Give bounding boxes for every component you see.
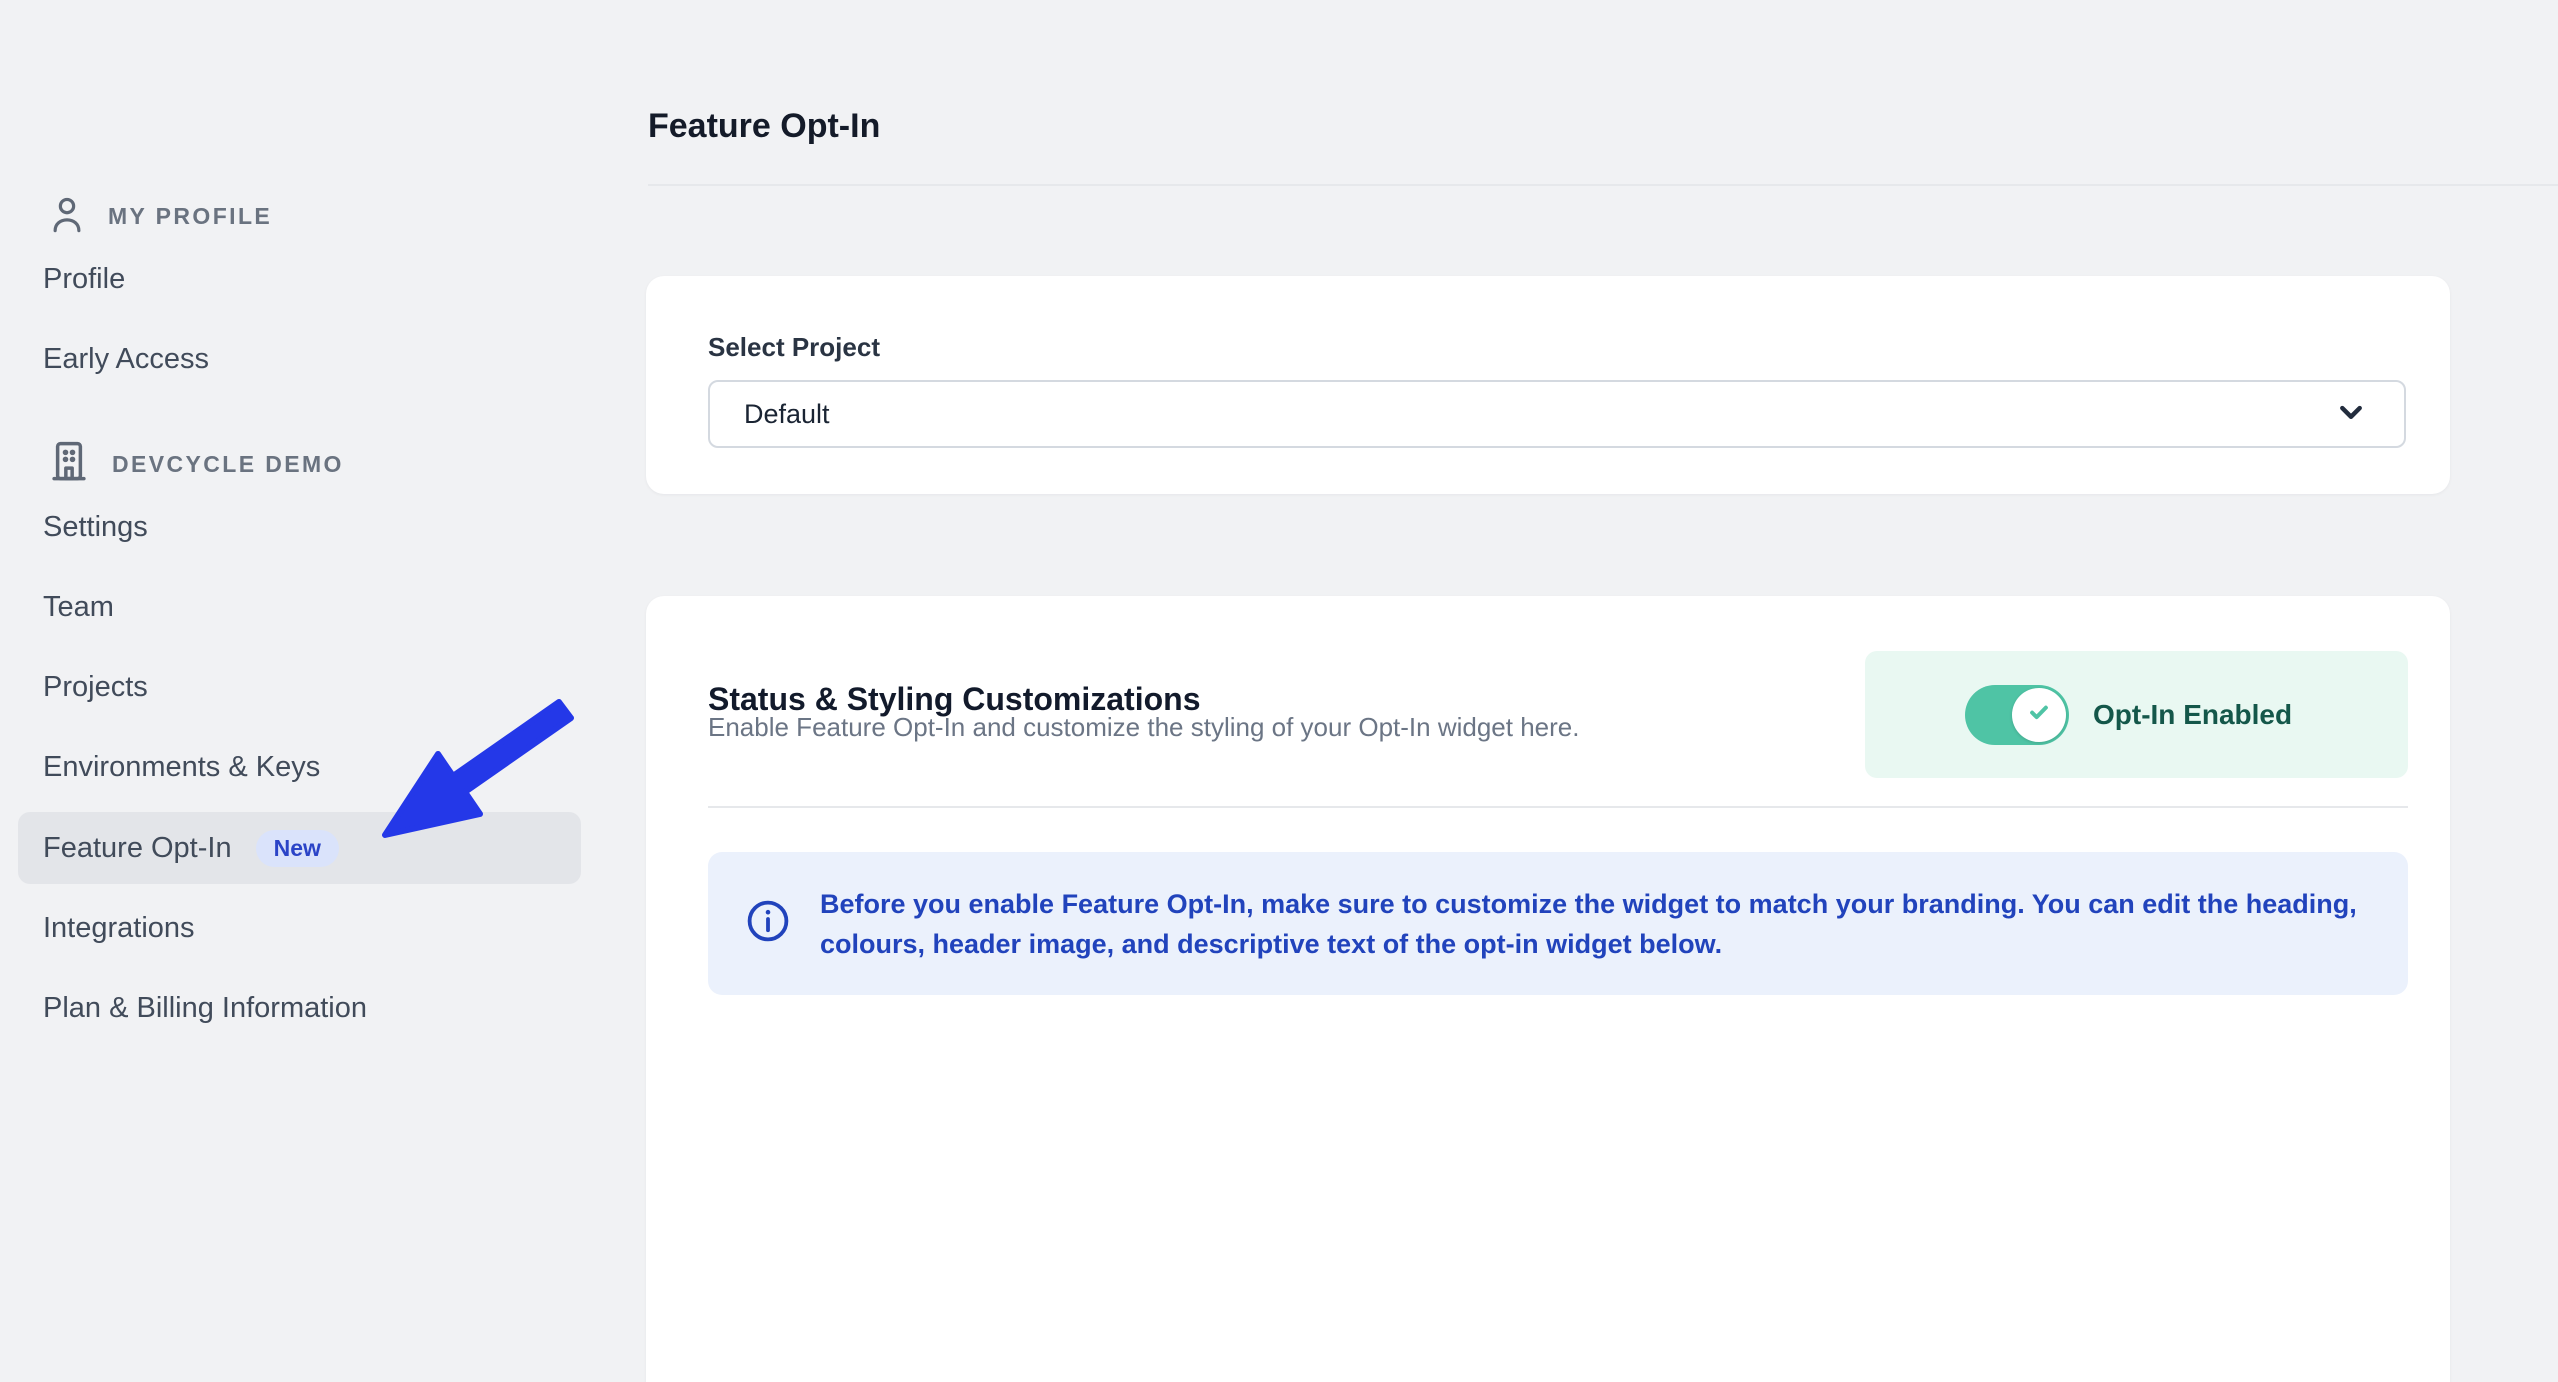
sidebar-item-early-access[interactable]: Early Access [43,343,209,376]
status-styling-card: Status & Styling Customizations Enable F… [646,596,2450,1382]
check-icon [2024,697,2054,732]
header-divider [648,184,2558,186]
info-banner: Before you enable Feature Opt-In, make s… [708,852,2408,995]
sidebar-item-environments-keys[interactable]: Environments & Keys [43,751,320,784]
card-subheading: Enable Feature Opt-In and customize the … [708,712,1580,742]
sidebar-section-devcycle-demo: DEVCYCLE DEMO [48,438,344,491]
banner-text: Before you enable Feature Opt-In, make s… [820,888,2357,959]
opt-in-toggle[interactable] [1965,684,2069,745]
project-select[interactable]: Default [708,380,2406,448]
card-divider [708,806,2408,808]
building-icon [48,438,90,491]
sidebar-item-integrations[interactable]: Integrations [43,912,195,945]
select-project-label: Select Project [708,332,880,362]
toggle-thumb [2012,687,2066,742]
settings-sidebar: MY PROFILE Profile Early Access DEVCYCLE… [0,0,620,1382]
project-select-value: Default [744,398,830,429]
info-icon [744,897,792,950]
toggle-label: Opt-In Enabled [2093,698,2293,730]
sidebar-item-profile[interactable]: Profile [43,263,125,296]
sidebar-item-feature-opt-in[interactable]: Feature Opt-In New [18,812,581,884]
sidebar-item-plan-billing[interactable]: Plan & Billing Information [43,992,367,1025]
chevron-down-icon [2332,393,2370,436]
sidebar-section-my-profile: MY PROFILE [48,192,272,241]
user-icon [48,192,86,241]
opt-in-toggle-panel: Opt-In Enabled [1865,651,2408,778]
sidebar-item-label: Feature Opt-In [43,831,232,864]
new-badge: New [255,829,339,867]
select-project-card: Select Project Default [646,276,2450,494]
sidebar-item-team[interactable]: Team [43,591,114,624]
sidebar-item-projects[interactable]: Projects [43,671,148,704]
sidebar-section-label: MY PROFILE [108,203,273,229]
sidebar-item-settings[interactable]: Settings [43,511,148,544]
sidebar-section-label: DEVCYCLE DEMO [112,451,344,477]
page-title: Feature Opt-In [648,106,881,145]
app-window: MY PROFILE Profile Early Access DEVCYCLE… [0,0,2558,1382]
